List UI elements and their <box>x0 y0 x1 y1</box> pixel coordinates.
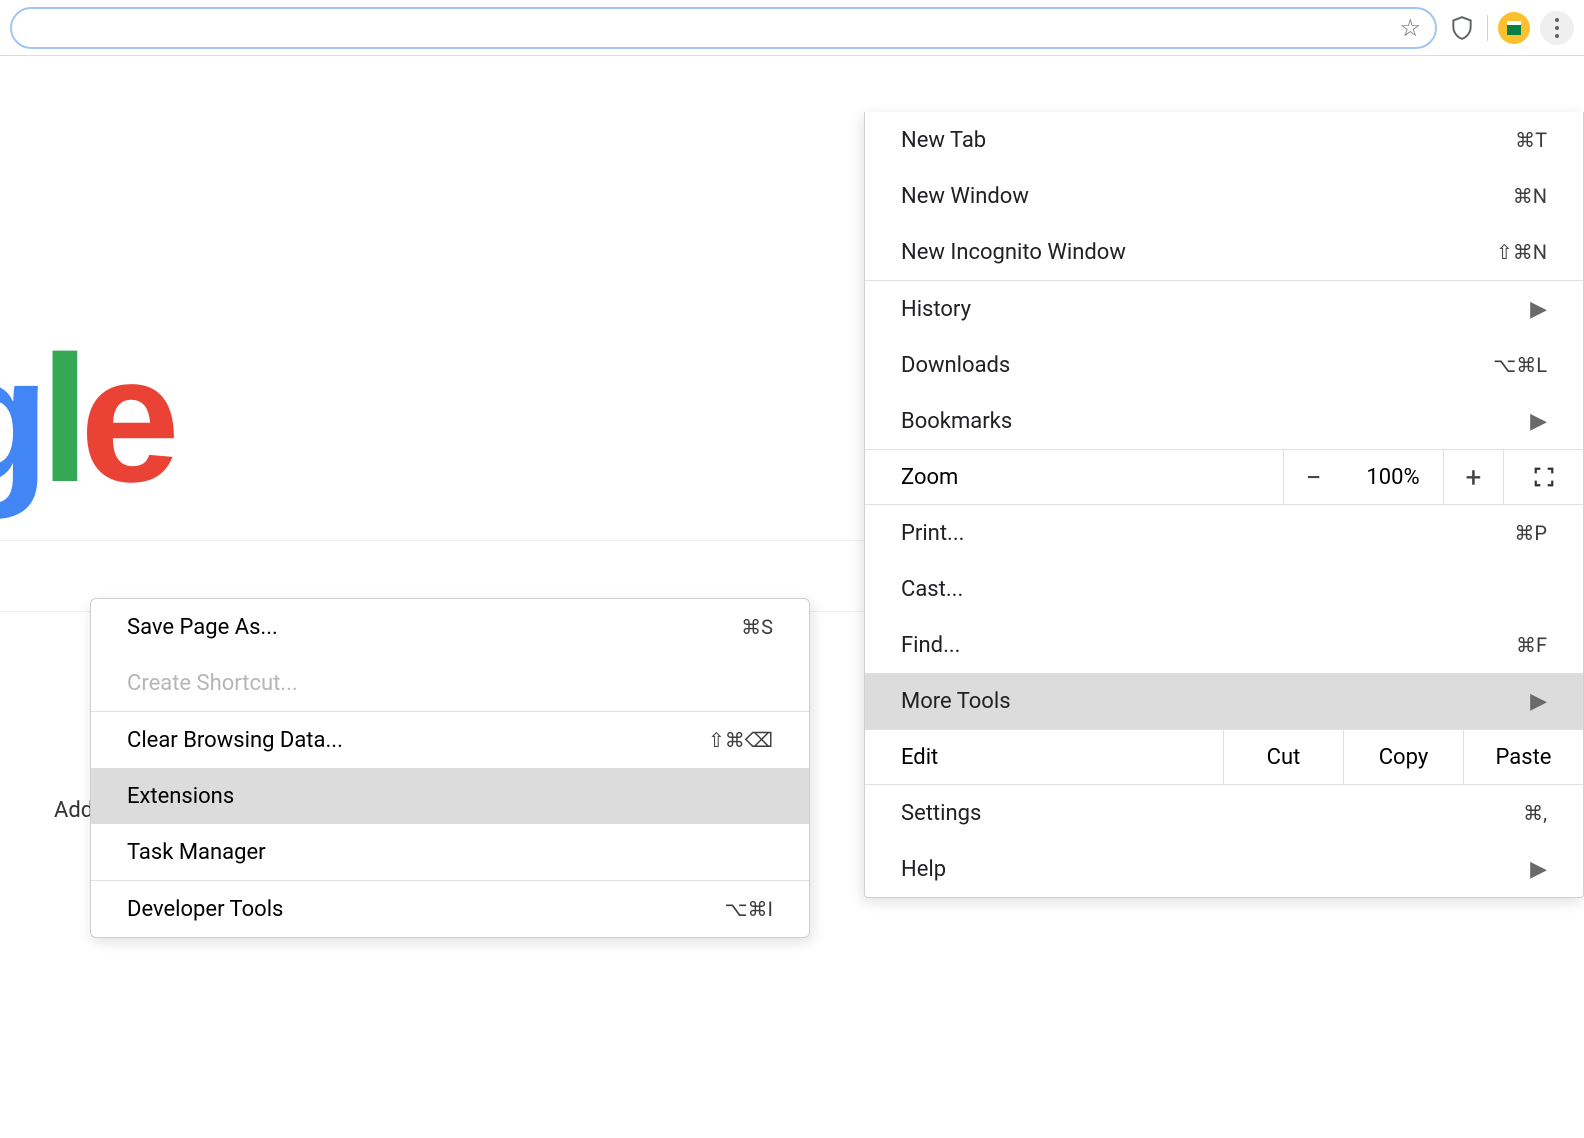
menu-zoom-row: Zoom − 100% + <box>865 449 1583 505</box>
menu-edit-row: Edit Cut Copy Paste <box>865 729 1583 785</box>
menu-item-label: New Incognito Window <box>901 240 1496 265</box>
chevron-right-icon: ▶ <box>1530 297 1547 322</box>
chevron-right-icon: ▶ <box>1530 689 1547 714</box>
menu-new-tab[interactable]: New Tab ⌘T <box>865 112 1583 168</box>
submenu-developer-tools[interactable]: Developer Tools ⌥⌘I <box>91 881 809 937</box>
toolbar-separator <box>1487 15 1488 41</box>
menu-help[interactable]: Help ▶ <box>865 841 1583 897</box>
chevron-right-icon: ▶ <box>1530 857 1547 882</box>
zoom-label: Zoom <box>865 450 1283 504</box>
menu-item-shortcut: ⇧⌘N <box>1496 240 1547 264</box>
menu-find[interactable]: Find... ⌘F <box>865 617 1583 673</box>
edit-cut-button[interactable]: Cut <box>1223 730 1343 784</box>
zoom-value: 100% <box>1343 450 1443 504</box>
fullscreen-icon <box>1533 466 1555 488</box>
menu-item-shortcut: ⌘S <box>741 615 773 639</box>
zoom-out-button[interactable]: − <box>1283 450 1343 504</box>
edit-paste-button[interactable]: Paste <box>1463 730 1583 784</box>
menu-item-label: Developer Tools <box>127 897 725 922</box>
menu-item-label: Bookmarks <box>901 409 1530 434</box>
menu-item-label: Help <box>901 857 1530 882</box>
menu-item-shortcut: ⌘, <box>1523 801 1547 825</box>
menu-more-tools[interactable]: More Tools ▶ <box>865 673 1583 729</box>
menu-cast[interactable]: Cast... <box>865 561 1583 617</box>
menu-item-label: History <box>901 297 1530 322</box>
menu-item-shortcut: ⇧⌘⌫ <box>708 728 773 752</box>
menu-item-shortcut: ⌘P <box>1514 521 1547 545</box>
page-content: gle Add s Save Page As... ⌘S Create Shor… <box>0 56 1584 1138</box>
submenu-task-manager[interactable]: Task Manager <box>91 824 809 880</box>
menu-new-window[interactable]: New Window ⌘N <box>865 168 1583 224</box>
menu-item-label: New Tab <box>901 128 1515 153</box>
menu-item-label: Extensions <box>127 784 773 809</box>
menu-new-incognito[interactable]: New Incognito Window ⇧⌘N <box>865 224 1583 280</box>
menu-item-label: Print... <box>901 521 1514 546</box>
ublock-shield-icon[interactable] <box>1447 13 1477 43</box>
zoom-in-button[interactable]: + <box>1443 450 1503 504</box>
menu-item-label: Cast... <box>901 577 1547 602</box>
menu-item-label: Downloads <box>901 353 1493 378</box>
menu-item-label: New Window <box>901 184 1513 209</box>
menu-item-label: More Tools <box>901 689 1530 714</box>
fullscreen-button[interactable] <box>1503 450 1583 504</box>
menu-downloads[interactable]: Downloads ⌥⌘L <box>865 337 1583 393</box>
chrome-main-menu: New Tab ⌘T New Window ⌘N New Incognito W… <box>864 112 1584 898</box>
menu-item-shortcut: ⌘N <box>1513 184 1547 208</box>
edit-label: Edit <box>865 730 1223 784</box>
address-input[interactable] <box>26 17 1399 38</box>
menu-item-shortcut: ⌘F <box>1516 633 1547 657</box>
menu-item-label: Clear Browsing Data... <box>127 728 708 753</box>
menu-item-shortcut: ⌥⌘I <box>725 897 774 921</box>
menu-item-label: Save Page As... <box>127 615 741 640</box>
menu-print[interactable]: Print... ⌘P <box>865 505 1583 561</box>
menu-item-shortcut: ⌥⌘L <box>1493 353 1547 377</box>
menu-settings[interactable]: Settings ⌘, <box>865 785 1583 841</box>
submenu-save-page-as[interactable]: Save Page As... ⌘S <box>91 599 809 655</box>
menu-item-label: Create Shortcut... <box>127 671 773 696</box>
menu-item-label: Find... <box>901 633 1516 658</box>
chevron-right-icon: ▶ <box>1530 409 1547 434</box>
profile-avatar[interactable] <box>1498 12 1530 44</box>
edit-copy-button[interactable]: Copy <box>1343 730 1463 784</box>
more-tools-submenu: Save Page As... ⌘S Create Shortcut... Cl… <box>90 598 810 938</box>
bookmark-star-icon[interactable]: ☆ <box>1399 14 1421 42</box>
menu-item-label: Settings <box>901 801 1523 826</box>
submenu-extensions[interactable]: Extensions <box>91 768 809 824</box>
browser-toolbar: ☆ <box>0 0 1584 56</box>
menu-item-shortcut: ⌘T <box>1515 128 1547 152</box>
google-logo: gle <box>0 316 170 523</box>
chrome-menu-button[interactable] <box>1540 11 1574 45</box>
menu-history[interactable]: History ▶ <box>865 281 1583 337</box>
submenu-clear-browsing-data[interactable]: Clear Browsing Data... ⇧⌘⌫ <box>91 712 809 768</box>
submenu-create-shortcut: Create Shortcut... <box>91 655 809 711</box>
menu-bookmarks[interactable]: Bookmarks ▶ <box>865 393 1583 449</box>
menu-item-label: Task Manager <box>127 840 773 865</box>
address-bar[interactable]: ☆ <box>10 7 1437 49</box>
